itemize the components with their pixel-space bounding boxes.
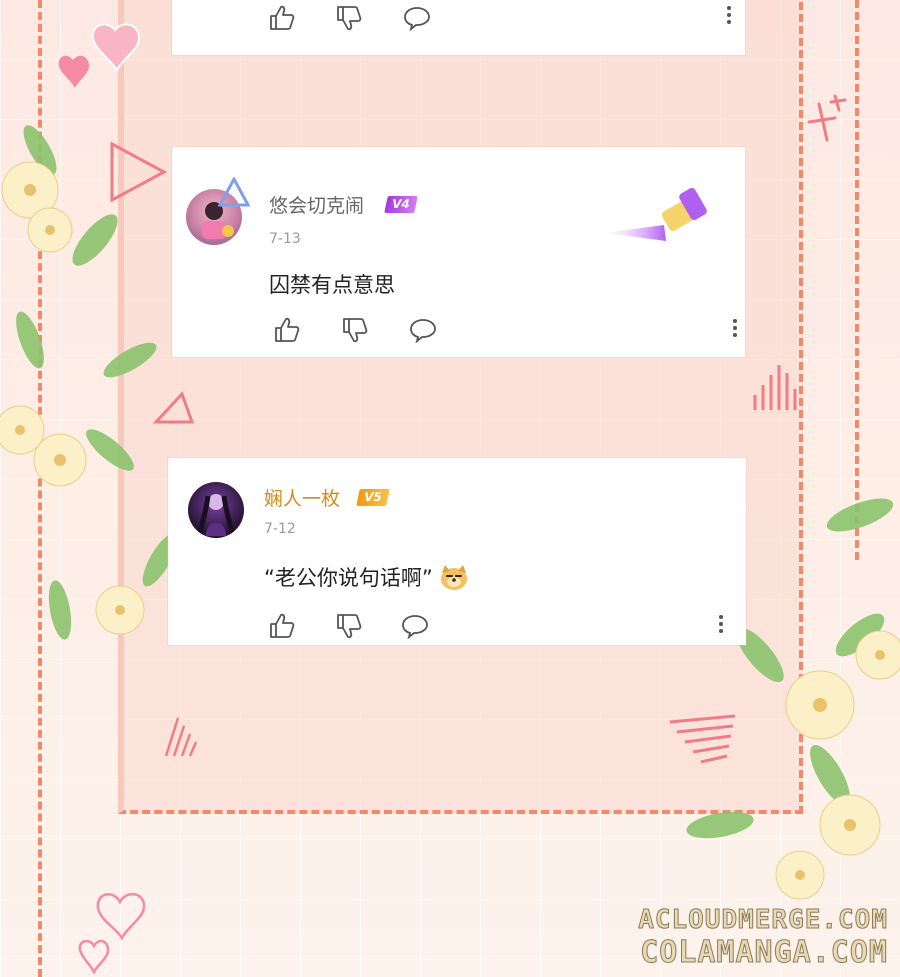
level-badge: V4 [384, 196, 418, 213]
avatar-frame-decoration-icon [218, 177, 250, 207]
comment-card [172, 0, 745, 55]
speech-bubble-icon[interactable] [408, 315, 438, 345]
striped-triangle-decoration-icon [753, 365, 797, 410]
flower-branch-decoration-icon [0, 125, 178, 640]
hearts-outline-decoration-icon [78, 893, 146, 975]
frame-dash-right [855, 0, 859, 560]
username[interactable]: 娴人一枚 [264, 484, 340, 511]
thumbs-down-icon[interactable] [334, 3, 364, 33]
thumbs-up-icon[interactable] [267, 3, 297, 33]
watermark-line-2: COLAMANGA.COM [640, 935, 888, 971]
hearts-decoration-icon [58, 23, 141, 88]
watermark-line-1: ACLOUDMERGE.COM [638, 905, 888, 936]
comment-text-content: “老公你说句话啊” [264, 566, 433, 590]
username[interactable]: 悠会切克闹 [269, 191, 364, 218]
dog-face-icon [439, 563, 469, 596]
comment-card: 娴人一枚 V5 7-12 “老公你说句话啊” [168, 458, 746, 645]
comment-text: “老公你说句话啊” [264, 562, 469, 596]
avatar[interactable] [188, 482, 244, 538]
thumbs-up-icon[interactable] [267, 611, 297, 641]
thumbs-down-icon[interactable] [340, 315, 370, 345]
sparkle-decoration-icon [807, 94, 847, 142]
paintbrush-decoration-icon [604, 187, 707, 241]
comment-date: 7-13 [269, 231, 301, 247]
comment-actions [172, 3, 745, 33]
thumbs-up-icon[interactable] [272, 315, 302, 345]
comment-card: 悠会切克闹 V4 7-13 囚禁有点意思 [172, 147, 745, 357]
comment-actions [172, 315, 745, 345]
comment-date: 7-12 [264, 521, 296, 537]
avatar-figure-icon [197, 494, 235, 536]
more-vertical-icon[interactable] [718, 615, 724, 637]
more-vertical-icon[interactable] [726, 6, 732, 28]
striped-triangle-decoration-icon [164, 717, 198, 757]
thumbs-down-icon[interactable] [334, 611, 364, 641]
level-badge: V5 [356, 489, 390, 506]
speech-bubble-icon[interactable] [400, 611, 430, 641]
comment-text: 囚禁有点意思 [269, 273, 395, 297]
speech-bubble-icon[interactable] [402, 3, 432, 33]
comment-actions [168, 611, 746, 641]
more-vertical-icon[interactable] [732, 319, 738, 341]
